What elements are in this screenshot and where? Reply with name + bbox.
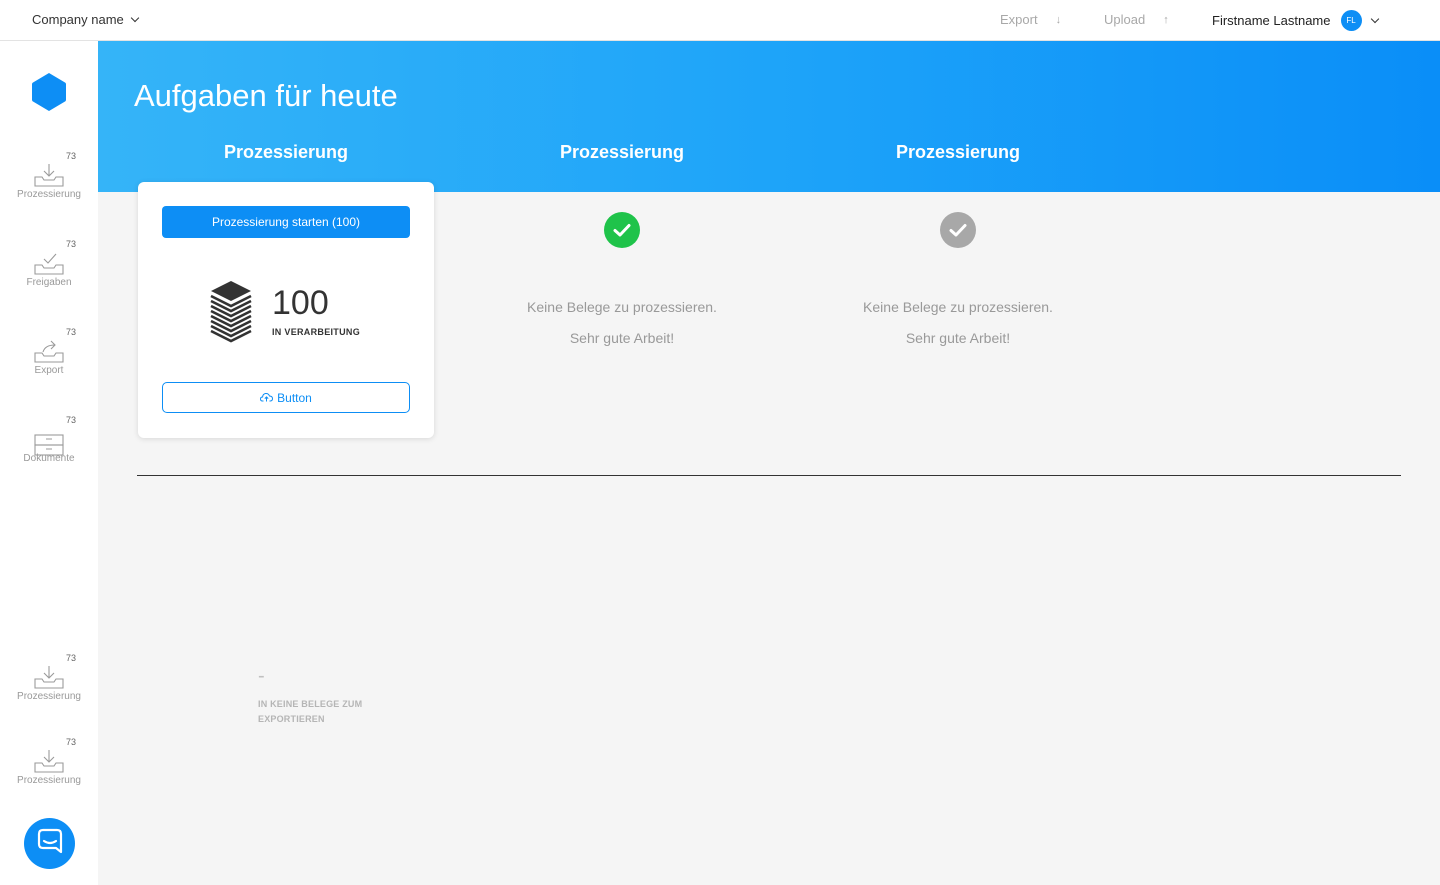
- company-name: Company name: [32, 12, 124, 27]
- inbox-export-icon: [33, 339, 65, 368]
- status-submessage: Sehr gute Arbeit!: [569, 330, 675, 346]
- section-divider: [137, 475, 1401, 476]
- column-title: Prozessierung: [223, 142, 349, 162]
- sidebar-item-count: 73: [66, 327, 77, 337]
- export-label: Export: [1000, 12, 1038, 27]
- company-selector[interactable]: Company name: [32, 12, 140, 27]
- chat-launcher-button[interactable]: [24, 818, 75, 869]
- inbox-check-icon: [33, 251, 65, 280]
- sidebar-item-label: Freigaben: [26, 277, 72, 288]
- inbox-download-icon: [33, 665, 65, 694]
- status-message: Keine Belege zu prozessieren.: [527, 299, 717, 315]
- sidebar-item-label: Prozessierung: [17, 775, 81, 786]
- top-bar: Company name Export ↓ Upload ↑ Firstname…: [0, 0, 1440, 41]
- document-stack-icon: [210, 280, 252, 351]
- logo-hexagon-icon[interactable]: [31, 72, 67, 117]
- arrow-down-icon: ↓: [1055, 13, 1062, 26]
- chevron-down-icon: [1370, 14, 1379, 24]
- sidebar-item-label: Prozessierung: [17, 691, 81, 702]
- chevron-down-icon: [130, 13, 140, 23]
- column-title: Prozessierung: [559, 142, 685, 162]
- upload-label: Upload: [1104, 12, 1146, 27]
- sidebar-item-dokumente[interactable]: 73 Dokumente: [0, 415, 98, 467]
- upload-button[interactable]: Upload ↑: [1104, 12, 1169, 27]
- sidebar-item-prozessierung[interactable]: 73 Prozessierung: [0, 151, 98, 203]
- sidebar-item-freigaben[interactable]: 73 Freigaben: [0, 239, 98, 291]
- processing-count-label: IN VERARBEITUNG: [272, 327, 361, 337]
- sidebar-item-prozessierung-bottom-1[interactable]: 73 Prozessierung: [0, 653, 98, 705]
- cloud-upload-icon: [260, 391, 274, 405]
- secondary-button[interactable]: Button: [162, 382, 410, 413]
- check-circle-icon: [604, 212, 640, 253]
- avatar: FL: [1340, 10, 1362, 31]
- sidebar-item-count: 73: [66, 239, 77, 249]
- sidebar-item-label: Dokumente: [23, 453, 75, 464]
- sidebar-item-count: 73: [66, 653, 77, 663]
- sidebar-item-label: Export: [34, 365, 64, 376]
- user-menu[interactable]: Firstname Lastname FL: [1212, 10, 1379, 31]
- sidebar-item-label: Prozessierung: [17, 189, 81, 200]
- status-column-done: Keine Belege zu prozessieren. Sehr gute …: [474, 212, 770, 346]
- processing-card: Prozessierung starten (100) 100 IN VERAR…: [138, 182, 434, 438]
- inbox-download-icon: [33, 749, 65, 778]
- inbox-download-icon: [33, 163, 65, 192]
- start-processing-button[interactable]: Prozessierung starten (100): [162, 206, 410, 238]
- check-circle-icon: [940, 212, 976, 253]
- sidebar-item-count: 73: [66, 415, 77, 425]
- export-summary-label: IN KEINE BELEGE ZUM EXPORTIEREN: [258, 699, 363, 724]
- export-button[interactable]: Export ↓: [1000, 12, 1061, 27]
- sidebar: 73 Prozessierung 73 Freigaben 73 Export: [0, 41, 98, 885]
- status-message: Keine Belege zu prozessieren.: [863, 299, 1053, 315]
- status-submessage: Sehr gute Arbeit!: [905, 330, 1011, 346]
- export-summary-value: -: [258, 665, 265, 687]
- secondary-button-label: Button: [277, 390, 312, 405]
- sidebar-item-export[interactable]: 73 Export: [0, 327, 98, 379]
- column-title: Prozessierung: [895, 142, 1021, 162]
- processing-count: 100: [272, 284, 329, 322]
- page-title: Aufgaben für heute: [134, 78, 398, 113]
- status-column-inactive: Keine Belege zu prozessieren. Sehr gute …: [810, 212, 1106, 346]
- chat-bubble-icon: [37, 828, 63, 859]
- arrow-up-icon: ↑: [1163, 13, 1169, 26]
- sidebar-item-count: 73: [66, 737, 77, 747]
- sidebar-item-prozessierung-bottom-2[interactable]: 73 Prozessierung: [0, 737, 98, 789]
- sidebar-item-count: 73: [66, 151, 77, 161]
- hero-banner: Aufgaben für heute Prozessierung Prozess…: [98, 41, 1440, 192]
- user-name: Firstname Lastname: [1212, 13, 1331, 28]
